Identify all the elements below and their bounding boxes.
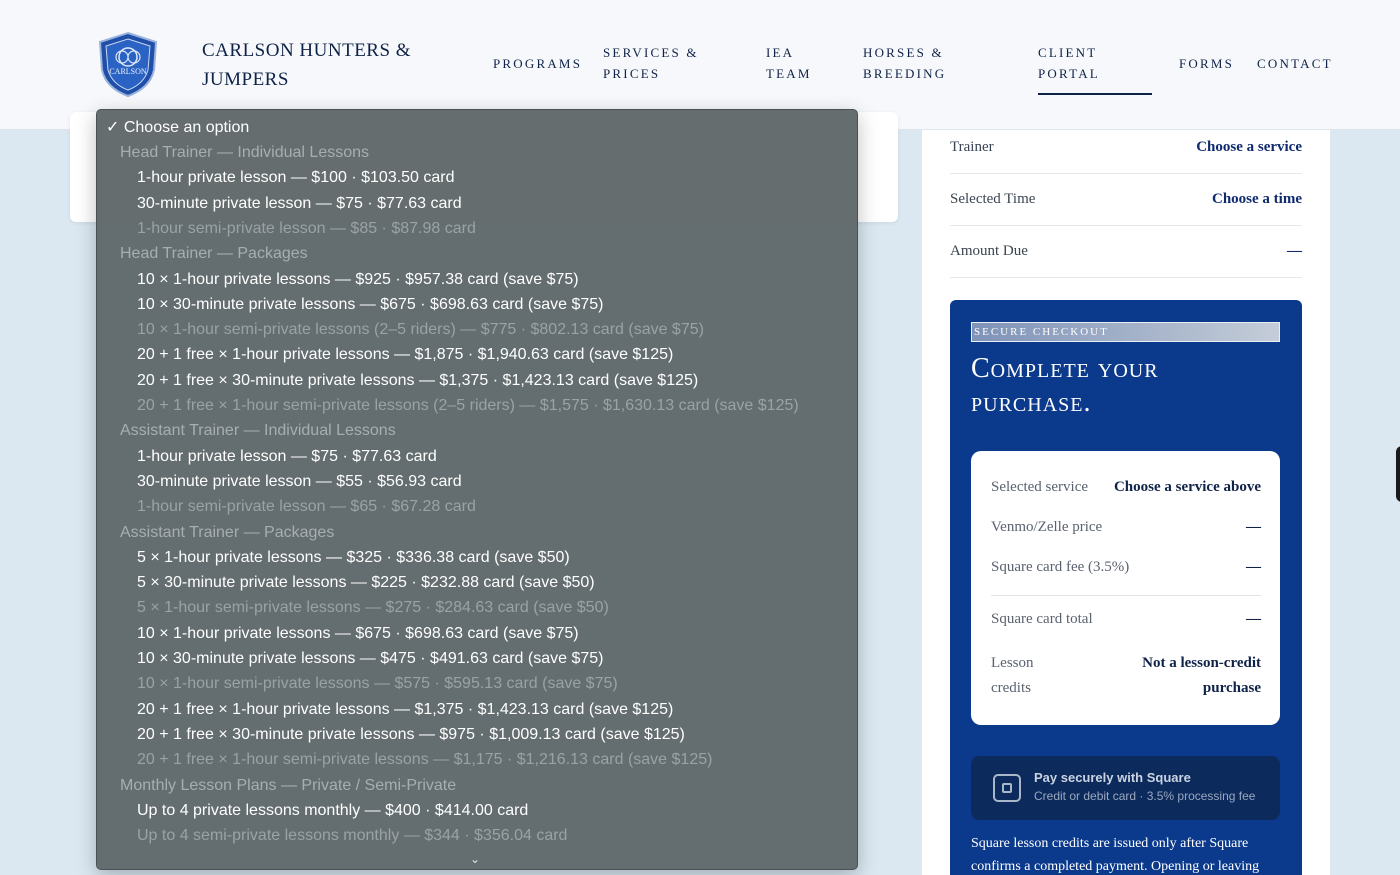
pay-button-subtitle: Credit or debit card · 3.5% processing f… (1034, 789, 1256, 803)
select-option[interactable]: 30-minute private lesson — $55 · $56.93 … (137, 469, 462, 494)
nav-client-label-2: PORTAL (1038, 66, 1100, 81)
nav-active-indicator (1038, 93, 1152, 95)
nav-services-label-2: PRICES (603, 66, 661, 81)
nav-contact[interactable]: CONTACT (1257, 53, 1333, 74)
nav-horses-breeding[interactable]: HORSES & BREEDING (863, 42, 946, 84)
order-summary-panel: Trainer Choose a service Selected Time C… (922, 130, 1330, 875)
summary-value: Choose a time (1212, 191, 1302, 207)
summary-label: Amount Due (950, 243, 1028, 259)
checkout-row-label: Venmo/Zelle price (991, 519, 1103, 535)
select-option[interactable]: 20 + 1 free × 1-hour private lessons — $… (137, 697, 673, 722)
summary-row-amount-due: Amount Due — (950, 226, 1302, 278)
select-option[interactable]: 30-minute private lesson — $75 · $77.63 … (137, 191, 462, 216)
select-option: 10 × 1-hour semi-private lessons — $575 … (137, 675, 618, 693)
nav-horses-label-2: BREEDING (863, 66, 947, 81)
checkout-eyebrow: SECURE CHECKOUT (971, 322, 1280, 342)
checkout-row-value: Choose a service above (1113, 479, 1261, 495)
summary-label: Trainer (950, 139, 994, 155)
select-option[interactable]: 1-hour private lesson — $100 · $103.50 c… (137, 165, 455, 190)
option-group-label: Monthly Lesson Plans — Private / Semi-Pr… (120, 776, 457, 794)
select-option: 1-hour semi-private lesson — $65 · $67.2… (137, 498, 476, 516)
checkout-row-value: Not a lesson-credit purchase (1142, 655, 1261, 696)
nav-client-label-1: CLIENT (1038, 45, 1098, 60)
square-logo-icon (993, 774, 1021, 802)
select-option: 20 + 1 free × 1-hour semi-private lesson… (137, 397, 799, 414)
checkout-title: Complete your purchase. (971, 353, 1159, 418)
checkout-row-selected-service: Selected service Choose a service above (991, 479, 1261, 496)
side-tab-handle[interactable] (1396, 446, 1400, 502)
nav-programs[interactable]: PROGRAMS (493, 53, 582, 74)
select-option: 20 + 1 free × 1-hour semi-private lesson… (137, 751, 713, 769)
option-selected-placeholder[interactable]: ✓ Choose an option (106, 115, 249, 140)
nav-client-portal[interactable]: CLIENT PORTAL (1038, 42, 1100, 84)
select-option[interactable]: 10 × 1-hour private lessons — $925 · $95… (137, 267, 579, 292)
checkout-row-venmo-price: Venmo/Zelle price — (991, 519, 1261, 536)
checkout-row-lesson-credits: Lesson credits Not a lesson-credit purch… (991, 651, 1261, 701)
checkout-row-card-fee: Square card fee (3.5%) — (991, 559, 1261, 576)
select-option[interactable]: Up to 4 private lessons monthly — $400 ·… (137, 798, 528, 823)
checkout-note: Square lesson credits are issued only af… (971, 836, 1260, 874)
svg-text:CARLSON: CARLSON (109, 67, 147, 76)
nav-services-label-1: SERVICES & (603, 45, 699, 60)
checkout-row-label: Lesson credits (991, 655, 1034, 696)
brand-line-1: CARLSON HUNTERS & (202, 40, 412, 61)
service-select-dropdown[interactable]: ✓ Choose an option Head Trainer — Indivi… (96, 109, 858, 870)
summary-row-selected-time: Selected Time Choose a time (950, 174, 1302, 226)
summary-value: Choose a service (1196, 139, 1302, 155)
select-option[interactable]: 10 × 30-minute private lessons — $675 · … (137, 292, 604, 317)
select-option[interactable]: 1-hour private lesson — $75 · $77.63 car… (137, 444, 437, 469)
option-group-label: Assistant Trainer — Packages (120, 523, 335, 541)
select-option[interactable]: 5 × 1-hour private lessons — $325 · $336… (137, 545, 570, 570)
summary-label: Selected Time (950, 191, 1036, 207)
scroll-down-icon[interactable]: ⌄ (470, 852, 480, 866)
checkout-row-label: Square card fee (3.5%) (991, 559, 1130, 575)
select-option[interactable]: 20 + 1 free × 1-hour private lessons — $… (137, 342, 673, 367)
checkout-breakdown: Selected service Choose a service above … (971, 451, 1280, 725)
select-option[interactable]: 10 × 30-minute private lessons — $475 · … (137, 646, 604, 671)
nav-forms-label: FORMS (1179, 56, 1235, 71)
nav-iea-team[interactable]: IEA TEAM (766, 42, 812, 84)
crest-logo-icon[interactable]: CARLSON (94, 30, 162, 98)
checkout-row-value: — (1246, 519, 1261, 535)
nav-iea-label-1: IEA (766, 45, 795, 60)
option-group-label: Assistant Trainer — Individual Lessons (120, 422, 396, 440)
select-option[interactable]: 20 + 1 free × 30-minute private lessons … (137, 368, 698, 393)
pay-button-title: Pay securely with Square (1034, 770, 1191, 785)
secure-checkout-section: SECURE CHECKOUT Complete your purchase. … (950, 300, 1302, 875)
brand-line-2: JUMPERS (202, 69, 289, 90)
checkout-row-label: Square card total (991, 611, 1093, 627)
nav-services-prices[interactable]: SERVICES & PRICES (603, 42, 699, 84)
checkout-row-value: — (1246, 559, 1261, 575)
nav-iea-label-2: TEAM (766, 66, 812, 81)
summary-value: — (1287, 243, 1302, 259)
select-option[interactable]: 20 + 1 free × 30-minute private lessons … (137, 722, 685, 747)
nav-horses-label-1: HORSES & (863, 45, 944, 60)
nav-contact-label: CONTACT (1257, 56, 1333, 71)
checkout-divider (991, 595, 1261, 596)
select-option[interactable]: 10 × 1-hour private lessons — $675 · $69… (137, 621, 579, 646)
select-option: Up to 4 semi-private lessons monthly — $… (137, 827, 568, 845)
summary-row-trainer: Trainer Choose a service (950, 122, 1302, 174)
checkout-row-label: Selected service (991, 479, 1089, 495)
pay-with-square-button[interactable]: Pay securely with Square Credit or debit… (971, 756, 1280, 820)
option-group-label: Head Trainer — Packages (120, 245, 308, 263)
checkout-row-value: — (1246, 611, 1261, 627)
option-group-label: Head Trainer — Individual Lessons (120, 144, 370, 161)
select-option: 10 × 1-hour semi-private lessons (2–5 ri… (137, 321, 704, 339)
select-option: 1-hour semi-private lesson — $85 · $87.9… (137, 219, 476, 237)
select-option: 5 × 1-hour semi-private lessons — $275 ·… (137, 599, 609, 617)
nav-programs-label: PROGRAMS (493, 56, 583, 71)
checkout-row-card-total: Square card total — (991, 611, 1261, 628)
brand-name[interactable]: CARLSON HUNTERS & JUMPERS (202, 36, 442, 94)
select-option[interactable]: 5 × 30-minute private lessons — $225 · $… (137, 570, 595, 595)
nav-forms[interactable]: FORMS (1179, 53, 1234, 74)
